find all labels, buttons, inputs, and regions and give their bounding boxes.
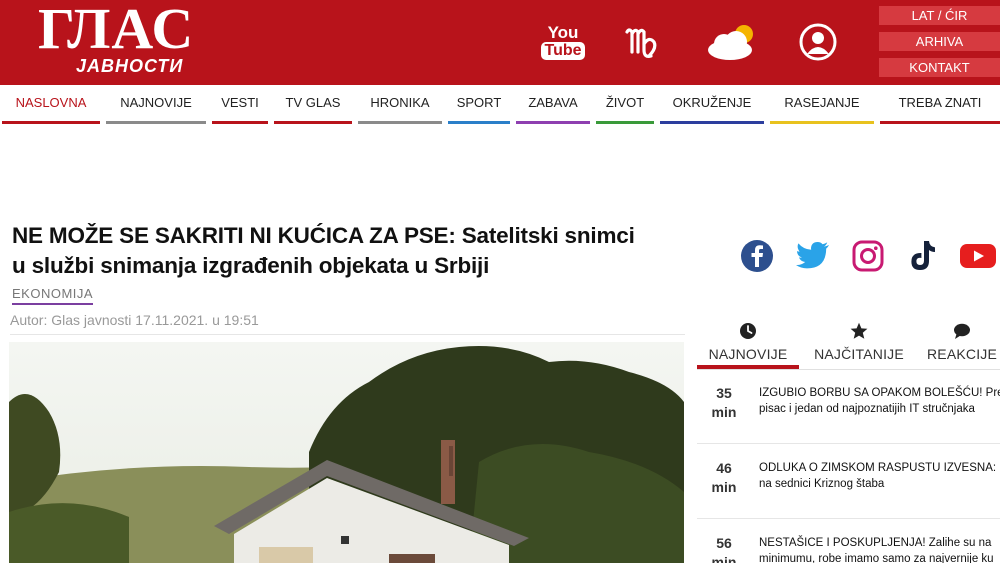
news-time-unit: min bbox=[711, 554, 737, 563]
news-list-item[interactable]: 35 min IZGUBIO BORBU SA OPAKOM BOLEŠĆU! … bbox=[697, 384, 1000, 444]
nav-item-sport[interactable]: SPORT bbox=[448, 85, 510, 124]
news-headline-line-1: IZGUBIO BORBU SA OPAKOM BOLEŠĆU! Prem bbox=[759, 387, 1000, 399]
logo-sub-text: ЈАВНОСТИ bbox=[76, 56, 184, 76]
news-time: 35 min bbox=[697, 384, 751, 422]
nav-item-najnovije[interactable]: NAJNOVIJE bbox=[106, 85, 206, 124]
news-headline-line-2: na sednici Kriznog štaba bbox=[759, 478, 885, 490]
news-headline-line-1: ODLUKA O ZIMSKOM RASPUSTU IZVESNA: P bbox=[759, 462, 1000, 474]
news-time-number: 35 bbox=[716, 385, 732, 401]
facebook-icon[interactable] bbox=[739, 238, 775, 274]
news-time: 56 min bbox=[697, 534, 751, 563]
news-list-item[interactable]: 56 min NESTAŠICE I POSKUPLJENJA! Zalihe … bbox=[697, 534, 1000, 563]
arhiva-button[interactable]: ARHIVA bbox=[879, 32, 1000, 51]
kontakt-button[interactable]: KONTAKT bbox=[879, 58, 1000, 77]
nav-item-zivot[interactable]: ŽIVOT bbox=[596, 85, 654, 124]
lat-cir-button[interactable]: LAT / ĆIR bbox=[879, 6, 1000, 25]
nav-item-hronika[interactable]: HRONIKA bbox=[358, 85, 442, 124]
article-title-line-2: u službi snimanja izgrađenih objekata u … bbox=[12, 253, 490, 278]
article-main-photo[interactable] bbox=[9, 342, 684, 563]
tiktok-icon[interactable] bbox=[904, 238, 940, 274]
youtube-social-icon[interactable] bbox=[958, 238, 998, 274]
comment-icon bbox=[924, 322, 1000, 342]
news-headline-line-1: NESTAŠICE I POSKUPLJENJA! Zalihe su na bbox=[759, 537, 992, 549]
news-headline[interactable]: IZGUBIO BORBU SA OPAKOM BOLEŠĆU! Prem pi… bbox=[759, 385, 1000, 417]
user-account-icon[interactable] bbox=[796, 20, 840, 64]
news-headline-line-2: pisac i jedan od najpoznatijih IT stručn… bbox=[759, 403, 975, 415]
instagram-icon[interactable] bbox=[850, 238, 886, 274]
star-icon bbox=[809, 322, 909, 342]
news-time-number: 46 bbox=[716, 460, 732, 476]
tab-najnovije-label: NAJNOVIJE bbox=[708, 346, 788, 362]
tab-najcitanije-label: NAJČITANIJE bbox=[814, 346, 904, 362]
main-nav: NASLOVNA NAJNOVIJE VESTI TV GLAS HRONIKA… bbox=[0, 85, 1000, 125]
news-separator bbox=[697, 518, 1000, 519]
news-separator bbox=[697, 443, 1000, 444]
tab-reakcije-label: REAKCIJE bbox=[926, 346, 998, 362]
news-time: 46 min bbox=[697, 459, 751, 497]
nav-item-tv-glas[interactable]: TV GLAS bbox=[274, 85, 352, 124]
news-time-unit: min bbox=[711, 404, 737, 420]
nav-item-vesti[interactable]: VESTI bbox=[212, 85, 268, 124]
article-divider bbox=[10, 334, 685, 335]
nav-item-okruzenje[interactable]: OKRUŽENJE bbox=[660, 85, 764, 124]
news-headline-line-2: minimumu, robe imamo samo za najvernije … bbox=[759, 553, 994, 563]
nav-item-naslovna[interactable]: NASLOVNA bbox=[2, 85, 100, 124]
youtube-tube-text: Tube bbox=[541, 42, 585, 60]
news-time-number: 56 bbox=[716, 535, 732, 551]
nav-item-zabava[interactable]: ZABAVA bbox=[516, 85, 590, 124]
twitter-icon[interactable] bbox=[795, 238, 831, 274]
tab-najnovije[interactable]: NAJNOVIJE bbox=[700, 322, 796, 368]
news-headline[interactable]: ODLUKA O ZIMSKOM RASPUSTU IZVESNA: P na … bbox=[759, 460, 1000, 492]
virgo-zodiac-icon[interactable] bbox=[622, 20, 666, 64]
youtube-icon[interactable]: You Tube bbox=[541, 20, 585, 64]
tab-separator bbox=[697, 369, 1000, 370]
news-time-unit: min bbox=[711, 479, 737, 495]
article-category-link[interactable]: EKONOMIJA bbox=[12, 286, 94, 305]
site-header: ГЛАС ЈАВНОСТИ You Tube LAT / ĆIR ARHIVA … bbox=[0, 0, 1000, 85]
news-list-item[interactable]: 46 min ODLUKA O ZIMSKOM RASPUSTU IZVESNA… bbox=[697, 459, 1000, 519]
article-title: NE MOŽE SE SAKRITI NI KUĆICA ZA PSE: Sat… bbox=[12, 221, 692, 281]
weather-sun-cloud-icon[interactable] bbox=[704, 20, 760, 64]
news-headline[interactable]: NESTAŠICE I POSKUPLJENJA! Zalihe su na m… bbox=[759, 535, 1000, 563]
tab-reakcije[interactable]: REAKCIJE bbox=[924, 322, 1000, 368]
article-byline: Autor: Glas javnosti 17.11.2021. u 19:51 bbox=[10, 312, 259, 328]
clock-icon bbox=[700, 322, 796, 342]
youtube-you-text: You bbox=[547, 23, 579, 42]
site-logo[interactable]: ГЛАС ЈАВНОСТИ bbox=[38, 0, 208, 80]
tab-najcitanije[interactable]: NAJČITANIJE bbox=[809, 322, 909, 368]
nav-item-rasejanje[interactable]: RASEJANJE bbox=[770, 85, 874, 124]
article-title-line-1: NE MOŽE SE SAKRITI NI KUĆICA ZA PSE: Sat… bbox=[12, 223, 635, 248]
logo-main-text: ГЛАС bbox=[38, 0, 195, 61]
nav-item-treba-znati[interactable]: TREBA ZNATI bbox=[880, 85, 1000, 124]
